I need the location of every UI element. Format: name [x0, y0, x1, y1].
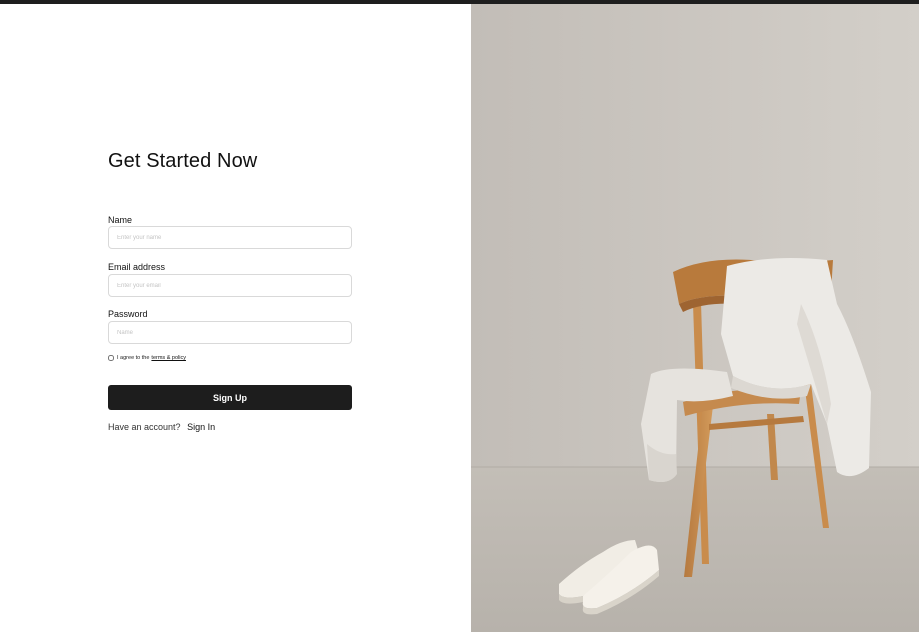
terms-checkbox[interactable] [108, 355, 114, 361]
chair-photo [471, 4, 919, 632]
name-input[interactable] [108, 226, 352, 249]
password-input[interactable] [108, 321, 352, 344]
have-account-row: Have an account? Sign In [108, 422, 215, 432]
password-label: Password [108, 309, 148, 319]
email-input[interactable] [108, 274, 352, 297]
hero-image [471, 4, 919, 632]
sign-in-link[interactable]: Sign In [187, 422, 215, 432]
terms-link[interactable]: terms & policy [151, 355, 186, 361]
terms-agreement: I agree to the terms & policy [108, 355, 186, 361]
sign-up-button[interactable]: Sign Up [108, 385, 352, 410]
signup-panel: Get Started Now Name Email address Passw… [0, 4, 471, 632]
terms-text: I agree to the [117, 355, 150, 361]
page-title: Get Started Now [108, 150, 258, 172]
email-label: Email address [108, 262, 166, 272]
have-account-text: Have an account? [108, 422, 181, 432]
name-label: Name [108, 215, 133, 225]
